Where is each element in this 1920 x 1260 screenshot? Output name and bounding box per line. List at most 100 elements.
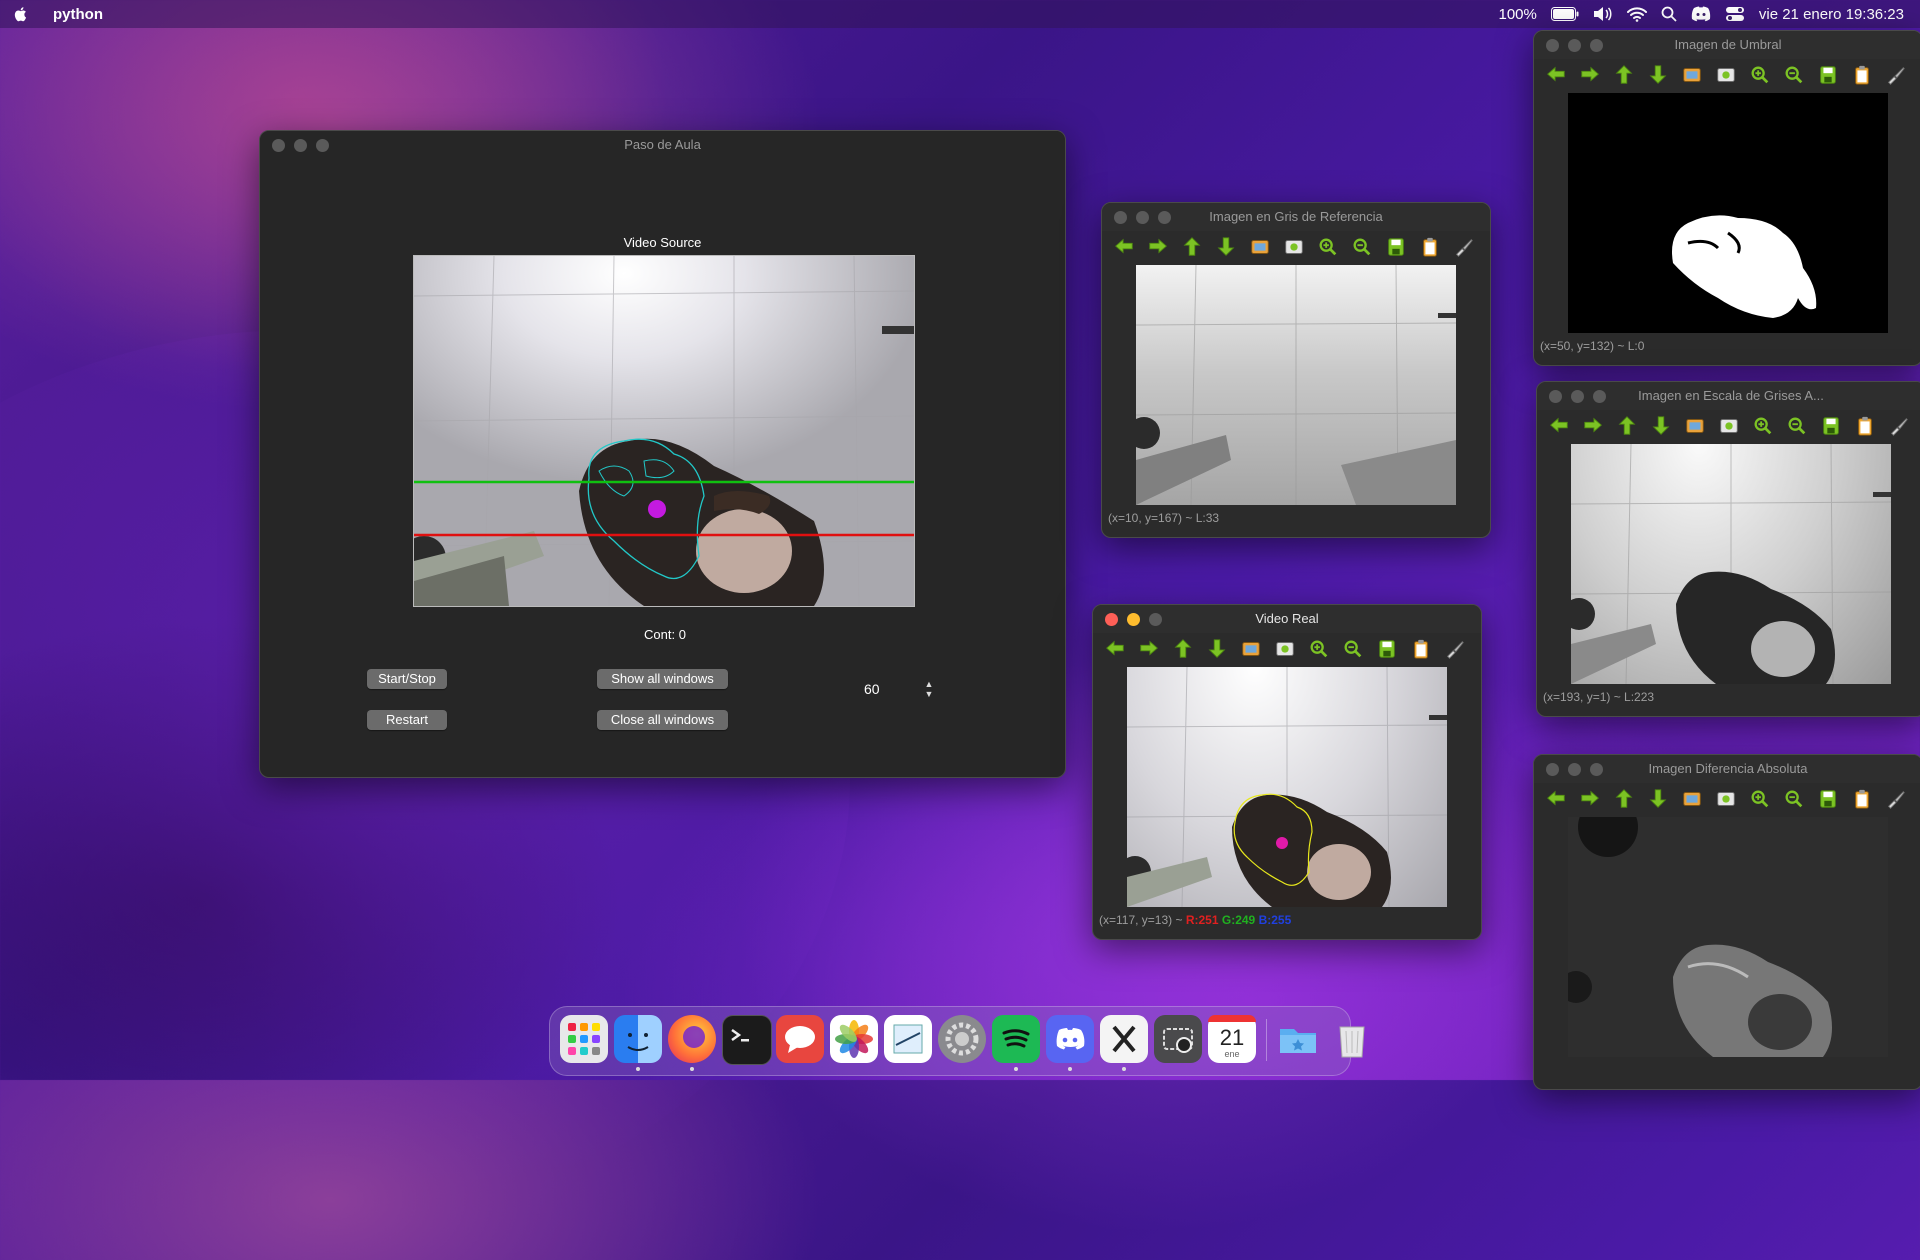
- x-app-running-indicator: [1122, 1067, 1126, 1071]
- zoom-out-icon[interactable]: [1780, 63, 1808, 87]
- arrow-up-icon[interactable]: [1610, 787, 1638, 811]
- show-all-windows-button[interactable]: Show all windows: [597, 669, 728, 689]
- abs-diff-image[interactable]: [1568, 817, 1888, 1057]
- arrow-up-icon[interactable]: [1613, 414, 1641, 438]
- video-real-image[interactable]: [1127, 667, 1447, 907]
- image-icon[interactable]: [1237, 637, 1265, 661]
- clipboard-icon[interactable]: [1416, 235, 1444, 259]
- firefox-icon[interactable]: [668, 1015, 716, 1063]
- screenshot-icon[interactable]: [1712, 63, 1740, 87]
- speech-bubble-app-icon[interactable]: [776, 1015, 824, 1063]
- grayscale-titlebar[interactable]: Imagen en Escala de Grises A...: [1537, 382, 1920, 410]
- terminal-icon[interactable]: [722, 1015, 772, 1065]
- trash-icon[interactable]: [1328, 1015, 1376, 1063]
- app-name[interactable]: python: [53, 6, 103, 23]
- save-icon[interactable]: [1814, 63, 1842, 87]
- clipboard-icon[interactable]: [1848, 787, 1876, 811]
- zoom-out-icon[interactable]: [1783, 414, 1811, 438]
- spinbox-value[interactable]: 60: [864, 681, 880, 697]
- screenshot-icon[interactable]: [1154, 1015, 1202, 1063]
- arrow-left-icon[interactable]: [1110, 235, 1138, 259]
- arrow-right-icon[interactable]: [1144, 235, 1172, 259]
- threshold-image[interactable]: [1568, 93, 1888, 333]
- battery-icon[interactable]: [1550, 7, 1579, 21]
- start-stop-button[interactable]: Start/Stop: [367, 669, 447, 689]
- main-window-titlebar[interactable]: Paso de Aula: [260, 131, 1065, 159]
- save-icon[interactable]: [1373, 637, 1401, 661]
- discord-icon[interactable]: [1046, 1015, 1094, 1063]
- save-icon[interactable]: [1382, 235, 1410, 259]
- arrow-left-icon[interactable]: [1545, 414, 1573, 438]
- arrow-right-icon[interactable]: [1135, 637, 1163, 661]
- menu-clock[interactable]: vie 21 enero 19:36:23: [1759, 6, 1904, 23]
- photos-icon[interactable]: [830, 1015, 878, 1063]
- image-icon[interactable]: [1678, 63, 1706, 87]
- zoom-in-icon[interactable]: [1749, 414, 1777, 438]
- brush-icon[interactable]: [1885, 414, 1913, 438]
- control-center-icon[interactable]: [1725, 6, 1745, 22]
- threshold-titlebar[interactable]: Imagen de Umbral: [1534, 31, 1920, 59]
- image-icon[interactable]: [1246, 235, 1274, 259]
- screenshot-icon[interactable]: [1280, 235, 1308, 259]
- arrow-right-icon[interactable]: [1579, 414, 1607, 438]
- spotify-icon[interactable]: [992, 1015, 1040, 1063]
- gray-reference-image[interactable]: [1136, 265, 1456, 505]
- restart-button[interactable]: Restart: [367, 710, 447, 730]
- arrow-up-icon[interactable]: [1178, 235, 1206, 259]
- gray-reference-titlebar[interactable]: Imagen en Gris de Referencia: [1102, 203, 1490, 231]
- video-source-frame[interactable]: [413, 255, 915, 607]
- x-app-icon[interactable]: [1100, 1015, 1148, 1063]
- screenshot-icon[interactable]: [1712, 787, 1740, 811]
- arrow-down-icon[interactable]: [1647, 414, 1675, 438]
- finder-icon[interactable]: [614, 1015, 662, 1063]
- volume-icon[interactable]: [1593, 6, 1613, 22]
- zoom-out-icon[interactable]: [1348, 235, 1376, 259]
- arrow-left-icon[interactable]: [1542, 787, 1570, 811]
- arrow-down-icon[interactable]: [1644, 787, 1672, 811]
- discord-menu-icon[interactable]: [1691, 6, 1711, 22]
- stepper-up-icon[interactable]: ▲: [923, 679, 935, 689]
- zoom-out-icon[interactable]: [1780, 787, 1808, 811]
- brush-icon[interactable]: [1882, 63, 1910, 87]
- folder-icon[interactable]: [1274, 1015, 1322, 1063]
- arrow-right-icon[interactable]: [1576, 787, 1604, 811]
- launchpad-icon[interactable]: [560, 1015, 608, 1063]
- screenshot-icon[interactable]: [1271, 637, 1299, 661]
- zoom-out-icon[interactable]: [1339, 637, 1367, 661]
- grayscale-image[interactable]: [1571, 444, 1891, 684]
- save-icon[interactable]: [1817, 414, 1845, 438]
- arrow-down-icon[interactable]: [1203, 637, 1231, 661]
- image-icon[interactable]: [1678, 787, 1706, 811]
- spinbox-stepper[interactable]: ▲ ▼: [923, 679, 935, 701]
- stepper-down-icon[interactable]: ▼: [923, 689, 935, 699]
- apple-icon[interactable]: [12, 5, 30, 23]
- brush-icon[interactable]: [1441, 637, 1469, 661]
- brush-icon[interactable]: [1450, 235, 1478, 259]
- clipboard-icon[interactable]: [1851, 414, 1879, 438]
- arrow-down-icon[interactable]: [1644, 63, 1672, 87]
- clipboard-icon[interactable]: [1848, 63, 1876, 87]
- arrow-left-icon[interactable]: [1101, 637, 1129, 661]
- calendar-icon[interactable]: 21 ene: [1208, 1015, 1256, 1063]
- save-icon[interactable]: [1814, 787, 1842, 811]
- brush-icon[interactable]: [1882, 787, 1910, 811]
- zoom-in-icon[interactable]: [1305, 637, 1333, 661]
- zoom-in-icon[interactable]: [1746, 63, 1774, 87]
- arrow-down-icon[interactable]: [1212, 235, 1240, 259]
- arrow-right-icon[interactable]: [1576, 63, 1604, 87]
- preview-icon[interactable]: [884, 1015, 932, 1063]
- arrow-left-icon[interactable]: [1542, 63, 1570, 87]
- arrow-up-icon[interactable]: [1610, 63, 1638, 87]
- video-real-titlebar[interactable]: Video Real: [1093, 605, 1481, 633]
- image-icon[interactable]: [1681, 414, 1709, 438]
- wifi-icon[interactable]: [1626, 6, 1647, 22]
- spotlight-search-icon[interactable]: [1661, 6, 1677, 22]
- zoom-in-icon[interactable]: [1314, 235, 1342, 259]
- abs-diff-titlebar[interactable]: Imagen Diferencia Absoluta: [1534, 755, 1920, 783]
- system-preferences-icon[interactable]: [938, 1015, 986, 1063]
- close-all-windows-button[interactable]: Close all windows: [597, 710, 728, 730]
- clipboard-icon[interactable]: [1407, 637, 1435, 661]
- screenshot-icon[interactable]: [1715, 414, 1743, 438]
- arrow-up-icon[interactable]: [1169, 637, 1197, 661]
- zoom-in-icon[interactable]: [1746, 787, 1774, 811]
